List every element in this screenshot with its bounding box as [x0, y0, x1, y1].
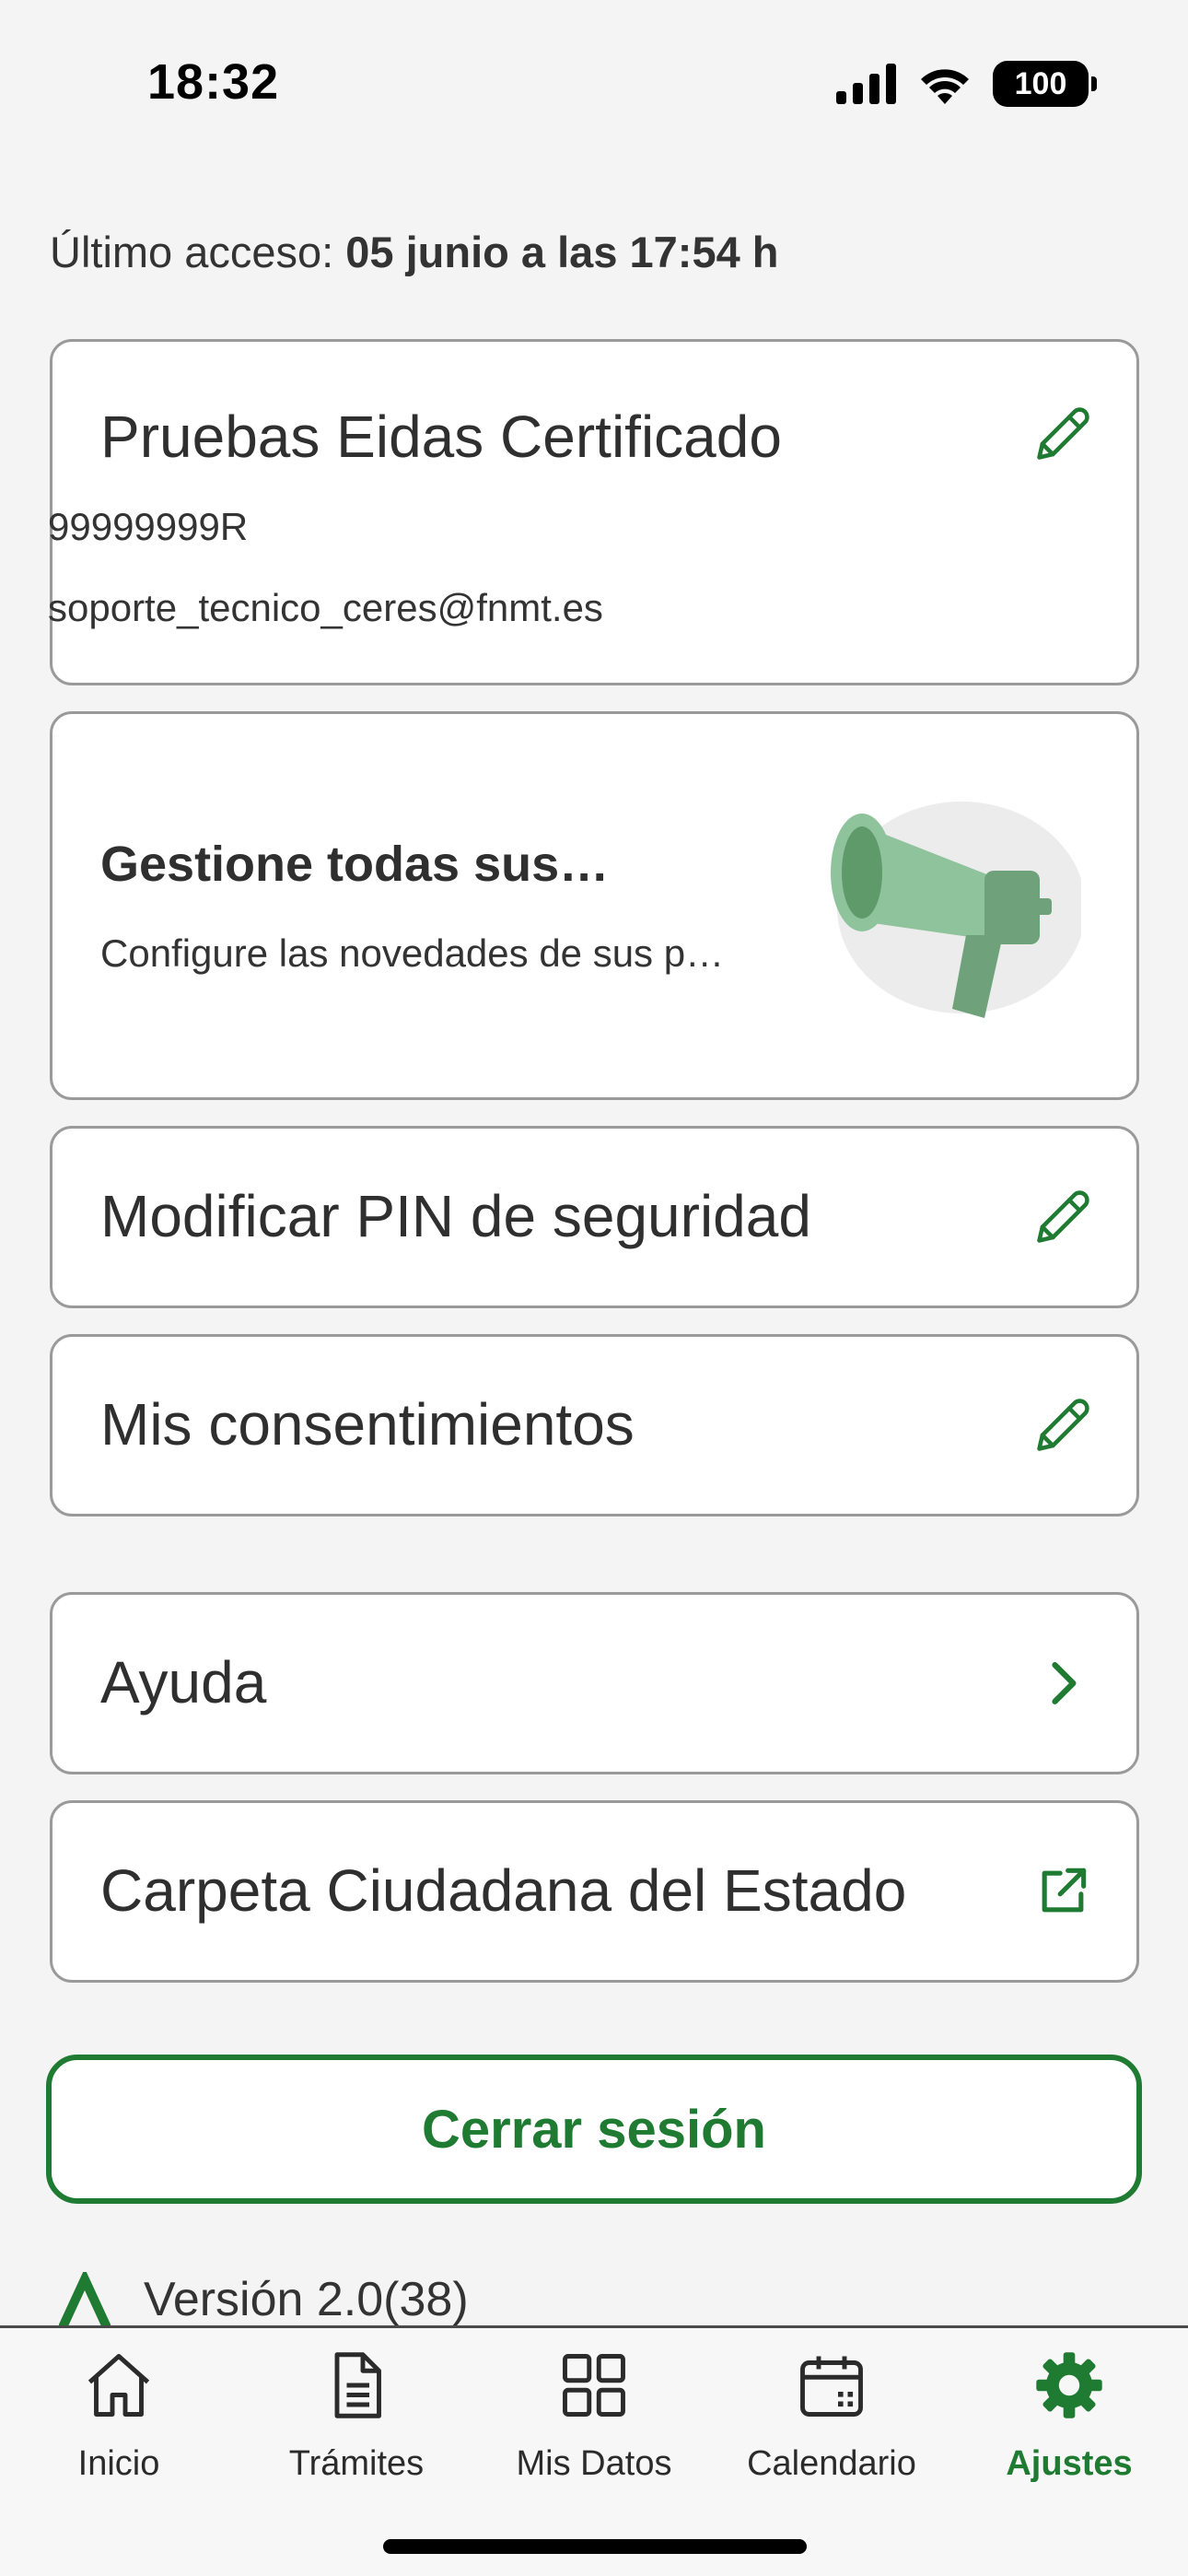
tab-tramites-label: Trámites	[288, 2444, 425, 2483]
profile-name: Pruebas Eidas Certificado	[100, 404, 782, 470]
tab-calendario-label: Calendario	[747, 2444, 916, 2483]
promo-card[interactable]: Gestione todas sus… Configure las noveda…	[50, 711, 1139, 1100]
tab-tramites[interactable]: Trámites	[255, 2347, 458, 2512]
tab-ajustes-label: Ajustes	[1006, 2444, 1133, 2483]
profile-email: soporte_tecnico_ceres@fnmt.es	[48, 586, 603, 629]
promo-subtitle: Configure las novedades de sus p…	[100, 931, 725, 975]
carpeta-ciudadana-card[interactable]: Carpeta Ciudadana del Estado	[50, 1800, 1139, 1983]
wifi-icon	[921, 69, 969, 104]
tab-inicio-label: Inicio	[77, 2444, 160, 2483]
version-row: Versión 2.0(38)	[59, 2272, 469, 2327]
calendar-icon	[800, 2356, 863, 2417]
last-access-label: Último acceso:	[50, 228, 346, 276]
last-access: Último acceso: 05 junio a las 17:54 h	[50, 227, 779, 277]
status-icons: 100	[836, 61, 1097, 107]
external-link-icon	[1042, 1868, 1087, 1913]
status-bar: 18:32 100	[0, 0, 1188, 175]
version-text: Versión 2.0(38)	[144, 2273, 469, 2326]
modify-pin-card[interactable]: Modificar PIN de seguridad	[50, 1126, 1139, 1308]
battery-level: 100	[1014, 65, 1067, 101]
last-access-value: 05 junio a las 17:54 h	[345, 228, 779, 276]
help-card[interactable]: Ayuda	[50, 1592, 1139, 1774]
megaphone-icon	[831, 802, 1081, 1018]
home-indicator[interactable]	[383, 2539, 807, 2554]
grid-icon	[563, 2354, 625, 2417]
app-logo-icon	[59, 2272, 111, 2327]
tab-mis-datos-label: Mis Datos	[516, 2444, 672, 2483]
pencil-icon[interactable]	[1031, 403, 1094, 465]
promo-title: Gestione todas sus…	[100, 837, 610, 892]
home-icon	[87, 2354, 150, 2417]
tab-ajustes[interactable]: Ajustes	[968, 2347, 1171, 2512]
chevron-right-icon	[1052, 1662, 1077, 1704]
gear-icon	[1036, 2352, 1102, 2418]
signal-icon	[836, 64, 896, 104]
consents-label: Mis consentimientos	[100, 1391, 635, 1458]
modify-pin-label: Modificar PIN de seguridad	[100, 1183, 811, 1249]
pencil-icon	[1037, 1190, 1089, 1243]
carpeta-ciudadana-label: Carpeta Ciudadana del Estado	[100, 1857, 907, 1924]
tab-calendario[interactable]: Calendario	[730, 2347, 933, 2512]
status-time: 18:32	[147, 54, 280, 110]
tab-inicio[interactable]: Inicio	[17, 2347, 220, 2512]
help-label: Ayuda	[100, 1649, 267, 1715]
profile-id: 99999999R	[48, 505, 249, 548]
logout-button[interactable]: Cerrar sesión	[46, 2055, 1142, 2204]
pencil-icon	[1037, 1399, 1089, 1451]
document-icon	[334, 2352, 381, 2418]
battery-icon: 100	[993, 61, 1097, 107]
tab-mis-datos[interactable]: Mis Datos	[493, 2347, 695, 2512]
consents-card[interactable]: Mis consentimientos	[50, 1334, 1139, 1516]
